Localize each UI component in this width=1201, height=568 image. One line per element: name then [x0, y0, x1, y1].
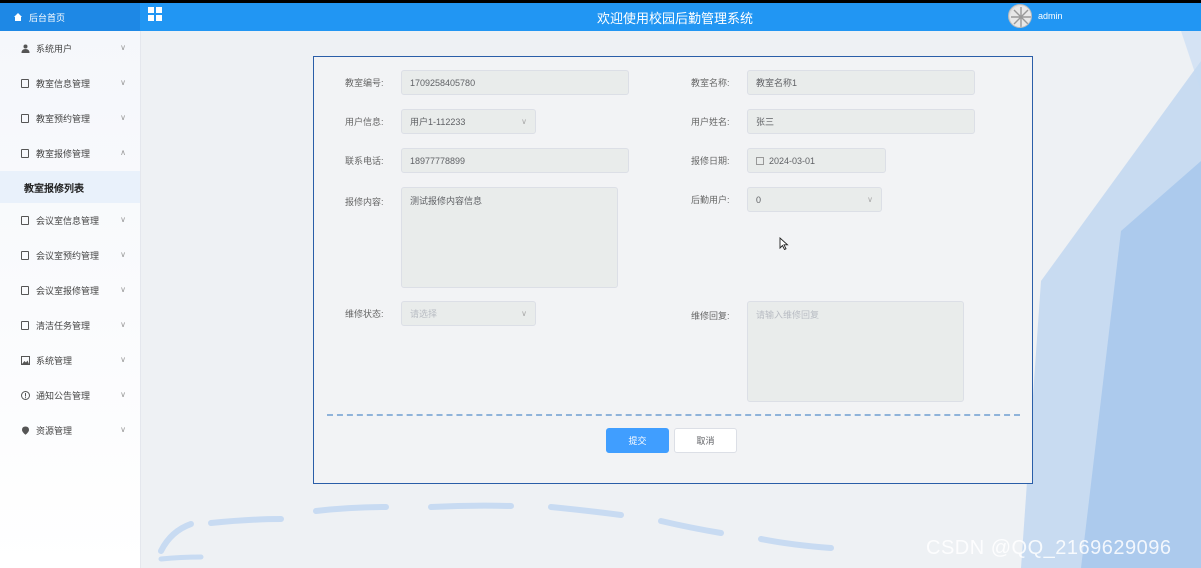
document-icon	[20, 321, 30, 331]
sidebar-item-label: 教室报修管理	[36, 149, 91, 159]
top-bar: 后台首页 欢迎使用校园后勤管理系统 admin	[0, 0, 1201, 31]
sidebar-item-room-booking[interactable]: 教室预约管理 ∨	[0, 101, 140, 136]
repair-date-value: 2024-03-01	[769, 155, 816, 166]
repair-date-label: 报修日期:	[691, 156, 730, 166]
sidebar-item-label: 通知公告管理	[36, 391, 91, 401]
logistics-user-value: 0	[756, 194, 762, 205]
avatar[interactable]	[1008, 4, 1032, 28]
chevron-down-icon: ∨	[120, 320, 126, 329]
repair-reply-textarea[interactable]: 请输入维修回复	[747, 301, 964, 402]
sidebar-item-label: 系统用户	[36, 44, 73, 54]
sidebar-item-label: 系统管理	[36, 356, 73, 366]
document-icon	[20, 286, 30, 296]
sidebar-item-label: 清洁任务管理	[36, 321, 91, 331]
sidebar-item-label: 会议室信息管理	[36, 216, 100, 226]
chevron-up-icon: ∧	[120, 148, 126, 157]
sidebar-item-label: 资源管理	[36, 426, 73, 436]
sidebar-item-system-users[interactable]: 系统用户 ∨	[0, 31, 140, 66]
home-link[interactable]: 后台首页	[0, 3, 140, 31]
chevron-down-icon: ∨	[120, 113, 126, 122]
location-icon	[20, 426, 30, 436]
document-icon	[20, 251, 30, 261]
chevron-down-icon: ∨	[120, 425, 126, 434]
submit-button[interactable]: 提交	[606, 428, 669, 453]
repair-form-panel: 教室编号: 1709258405780 教室名称: 教室名称1 用户信息: 用户…	[313, 56, 1033, 484]
user-info-select[interactable]: 用户1-112233 ∨	[401, 109, 536, 134]
page-title: 欢迎使用校园后勤管理系统	[596, 11, 753, 26]
form-divider	[327, 414, 1020, 416]
repair-content-label: 报修内容:	[345, 197, 384, 207]
menu-toggle-grid-icon[interactable]	[148, 7, 164, 23]
repair-status-select[interactable]: 请选择 ∨	[401, 301, 536, 326]
sidebar-item-meeting-info[interactable]: 会议室信息管理 ∨	[0, 203, 140, 238]
document-icon	[20, 149, 30, 159]
chevron-down-icon: ∨	[120, 355, 126, 364]
sidebar-item-meeting-repair[interactable]: 会议室报修管理 ∨	[0, 273, 140, 308]
document-icon	[20, 114, 30, 124]
chevron-down-icon: ∨	[120, 285, 126, 294]
user-info-value: 用户1-112233	[410, 117, 466, 127]
cancel-button[interactable]: 取消	[674, 428, 737, 453]
sidebar-item-cleaning[interactable]: 清洁任务管理 ∨	[0, 308, 140, 343]
home-icon	[14, 13, 22, 21]
sidebar-subitem-repair-list[interactable]: 教室报修列表	[0, 171, 140, 203]
image-icon	[20, 356, 30, 366]
chevron-down-icon: ∨	[120, 215, 126, 224]
user-info-label: 用户信息:	[345, 117, 384, 127]
phone-label: 联系电话:	[345, 156, 384, 166]
room-name-label: 教室名称:	[691, 78, 730, 88]
sidebar-item-label: 会议室报修管理	[36, 286, 100, 296]
user-name-label: 用户姓名:	[691, 117, 730, 127]
repair-reply-label: 维修回复:	[691, 311, 730, 321]
info-icon	[20, 391, 30, 401]
logistics-user-label: 后勤用户:	[691, 195, 730, 205]
repair-status-label: 维修状态:	[345, 309, 384, 319]
document-icon	[20, 216, 30, 226]
watermark: CSDN @QQ_2169629096	[926, 537, 1172, 559]
mouse-cursor-icon	[779, 237, 789, 250]
sidebar-item-room-repair[interactable]: 教室报修管理 ∧	[0, 136, 140, 171]
username[interactable]: admin	[1038, 11, 1063, 21]
chevron-down-icon: ∨	[867, 195, 873, 204]
sidebar-item-meeting-booking[interactable]: 会议室预约管理 ∨	[0, 238, 140, 273]
room-no-input[interactable]: 1709258405780	[401, 70, 629, 95]
chevron-down-icon: ∨	[120, 250, 126, 259]
phone-input[interactable]: 18977778899	[401, 148, 629, 173]
home-label: 后台首页	[29, 12, 66, 23]
document-icon	[20, 79, 30, 89]
repair-content-textarea[interactable]: 测试报修内容信息	[401, 187, 618, 288]
sidebar-item-system[interactable]: 系统管理 ∨	[0, 343, 140, 378]
room-no-label: 教室编号:	[345, 78, 384, 88]
chevron-down-icon: ∨	[521, 117, 527, 126]
chevron-down-icon: ∨	[521, 309, 527, 318]
sidebar: 系统用户 ∨ 教室信息管理 ∨ 教室预约管理 ∨ 教室报修管理 ∧ 教室报修列表…	[0, 31, 141, 568]
user-icon	[20, 44, 30, 54]
sidebar-item-resources[interactable]: 资源管理 ∨	[0, 413, 140, 448]
calendar-icon	[756, 156, 764, 165]
chevron-down-icon: ∨	[120, 43, 126, 52]
sidebar-item-room-info[interactable]: 教室信息管理 ∨	[0, 66, 140, 101]
repair-status-placeholder: 请选择	[410, 309, 438, 319]
logistics-user-select[interactable]: 0 ∨	[747, 187, 882, 212]
repair-date-picker[interactable]: 2024-03-01	[747, 148, 886, 173]
chevron-down-icon: ∨	[120, 78, 126, 87]
user-name-input[interactable]: 张三	[747, 109, 975, 134]
sidebar-item-label: 会议室预约管理	[36, 251, 100, 261]
sidebar-item-notice[interactable]: 通知公告管理 ∨	[0, 378, 140, 413]
room-name-input[interactable]: 教室名称1	[747, 70, 975, 95]
sidebar-item-label: 教室信息管理	[36, 79, 91, 89]
avatar-icon	[1010, 6, 1031, 27]
sidebar-item-label: 教室预约管理	[36, 114, 91, 124]
chevron-down-icon: ∨	[120, 390, 126, 399]
